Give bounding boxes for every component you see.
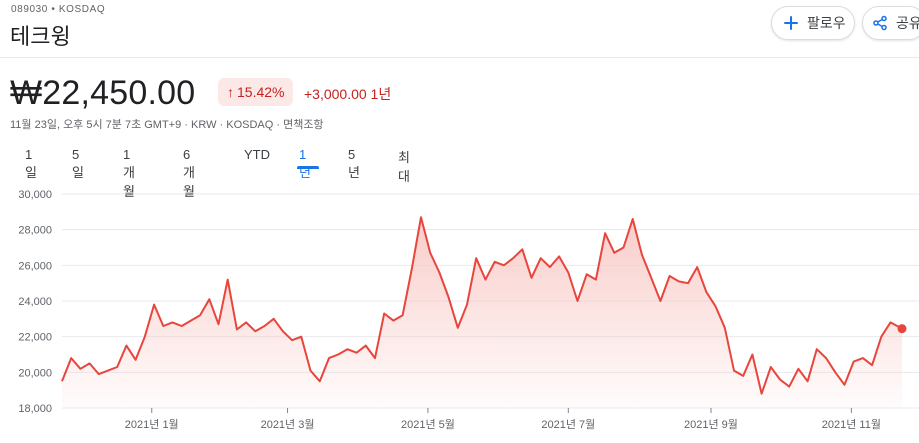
y-tick-label: 26,000 [18, 260, 52, 272]
quote-meta: 11월 23일, 오후 5시 7분 7초 GMT+9 · KRW · KOSDA… [10, 119, 324, 131]
x-tick-label: 2021년 11월 [822, 418, 881, 431]
y-tick-label: 30,000 [18, 189, 52, 201]
follow-button-label: 팔로우 [807, 15, 846, 31]
y-tick-label: 24,000 [18, 296, 52, 308]
company-name: 테크윙 [10, 24, 71, 49]
range-tab-6[interactable]: 5년 [348, 147, 360, 181]
y-tick-label: 18,000 [18, 403, 52, 415]
x-tick-label: 2021년 7월 [541, 418, 595, 431]
y-tick-label: 28,000 [18, 225, 52, 237]
arrow-up-icon: ↑ [227, 84, 234, 100]
y-tick-label: 22,000 [18, 332, 52, 344]
plus-icon [782, 14, 800, 32]
current-price-marker [897, 324, 907, 334]
range-tab-underline [297, 166, 319, 169]
range-tab-5[interactable]: 1년 [299, 147, 311, 181]
ticker-label: 089030 • KOSDAQ [11, 4, 106, 15]
share-icon [871, 14, 889, 32]
range-tab-0[interactable]: 1일 [25, 147, 37, 181]
y-tick-label: 20,000 [18, 367, 52, 379]
price-area [62, 217, 902, 408]
x-tick-label: 2021년 3월 [261, 418, 315, 431]
change-amount: +3,000.00 1년 [304, 86, 392, 102]
x-tick-label: 2021년 9월 [684, 418, 738, 431]
x-tick-label: 2021년 1월 [125, 418, 179, 431]
price-chart: 18,000 20,000 22,000 24,000 26,000 28,000 30,0… [18, 189, 919, 431]
share-button[interactable]: 공유 [862, 6, 919, 40]
range-tab-4[interactable]: YTD [244, 147, 270, 162]
follow-button[interactable]: 팔로우 [771, 6, 855, 40]
current-price: ₩22,450.00 [10, 74, 196, 112]
change-percent-badge: ↑ 15.42% [218, 78, 294, 106]
range-tab-1[interactable]: 5일 [72, 147, 84, 181]
change-percent: 15.42% [237, 84, 285, 100]
header-divider [0, 57, 919, 58]
x-tick-label: 2021년 5월 [401, 418, 455, 431]
share-button-label: 공유 [896, 15, 919, 31]
